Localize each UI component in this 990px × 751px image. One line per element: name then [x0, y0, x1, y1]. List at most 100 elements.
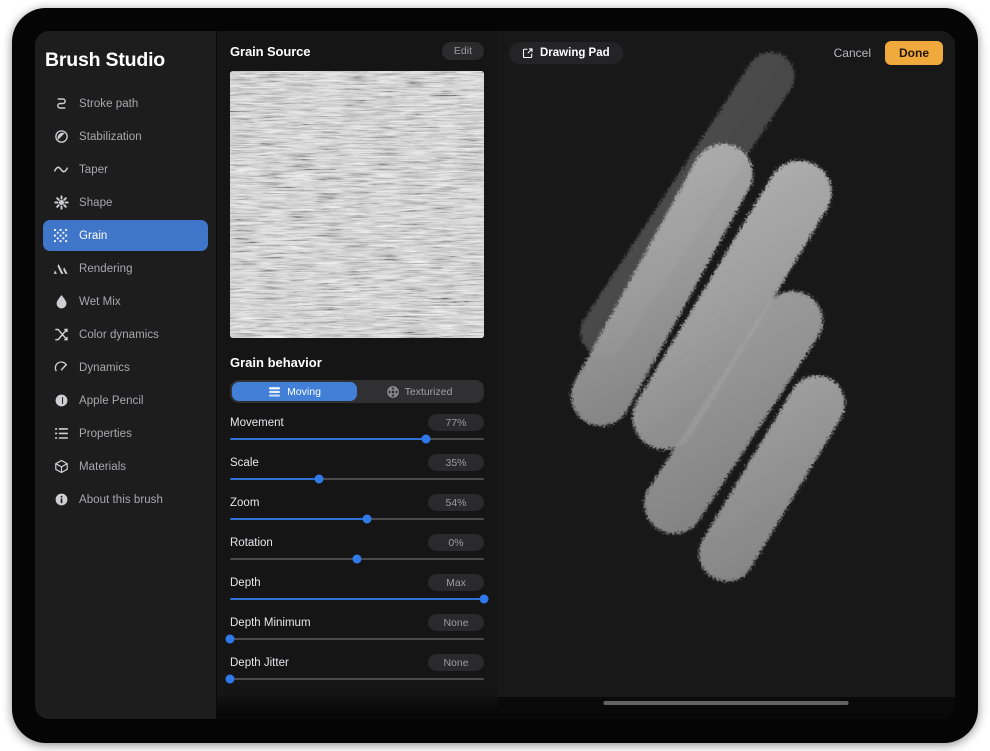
slider-row-depth: Depth Max [230, 574, 489, 604]
settings-panel: Grain Source Edit Grain behavior Moving … [216, 31, 497, 719]
slider-value-rotation: 0% [428, 534, 484, 551]
slider-track-movement[interactable] [230, 434, 484, 444]
slider-row-scale: Scale 35% [230, 454, 484, 484]
moving-icon [268, 386, 281, 398]
drawing-canvas-area[interactable]: Drawing Pad Cancel Done [497, 31, 955, 719]
grain-mode-texturized[interactable]: Texturized [357, 382, 482, 401]
grain-source-title: Grain Source [230, 43, 311, 59]
sidebar-item-dynamics[interactable]: Dynamics [43, 352, 208, 383]
cancel-button[interactable]: Cancel [834, 46, 871, 60]
wet-mix-icon [52, 293, 70, 311]
apple-pencil-icon [52, 392, 70, 410]
slider-value-movement: 77% [428, 414, 484, 431]
sidebar-item-label: About this brush [79, 493, 163, 506]
slider-value-depth-jitter: None [428, 654, 484, 671]
sidebar-item-rendering[interactable]: Rendering [43, 253, 208, 284]
shape-icon [52, 194, 70, 212]
slider-value-depth: Max [428, 574, 484, 591]
slider-value-zoom: 54% [428, 494, 484, 511]
slider-track-zoom[interactable] [230, 514, 484, 524]
slider-header: Movement 77% [230, 414, 484, 431]
slider-value-depth-minimum: None [428, 614, 484, 631]
slider-header: Depth Jitter None [230, 654, 484, 671]
slider-header: Rotation 0% [230, 534, 484, 551]
sidebar-item-about-this-brush[interactable]: About this brush [43, 484, 208, 515]
sidebar-item-label: Dynamics [79, 361, 130, 374]
grain-texture-image [230, 71, 484, 338]
toolbar-actions: Cancel Done [834, 41, 943, 65]
slider-track-depth-minimum[interactable] [225, 634, 484, 644]
slider-header: Scale 35% [230, 454, 484, 471]
slider-thumb-movement[interactable] [421, 434, 431, 444]
brush-stroke-preview [497, 31, 955, 719]
sidebar-item-stabilization[interactable]: Stabilization [43, 121, 208, 152]
sidebar-item-label: Grain [79, 229, 108, 242]
slider-thumb-depth[interactable] [479, 594, 489, 604]
sidebar-item-label: Shape [79, 196, 113, 209]
sidebar-item-label: Rendering [79, 262, 133, 275]
sidebar-item-properties[interactable]: Properties [43, 418, 208, 449]
slider-fill [230, 478, 319, 480]
slider-row-depth-jitter: Depth Jitter None [225, 654, 484, 684]
texturized-icon [386, 385, 399, 398]
screen: Brush Studio Stroke path Stabilization Tap… [35, 31, 955, 719]
slider-thumb-scale[interactable] [314, 474, 324, 484]
done-button[interactable]: Done [885, 41, 943, 65]
dynamics-icon [52, 359, 70, 377]
edit-grain-button[interactable]: Edit [441, 42, 484, 60]
sidebar-item-shape[interactable]: Shape [43, 187, 208, 218]
slider-header: Zoom 54% [230, 494, 484, 511]
grain-mode-moving[interactable]: Moving [232, 382, 357, 401]
sidebar-item-label: Wet Mix [79, 295, 121, 308]
grain-mode-label: Texturized [404, 385, 453, 398]
slider-thumb-rotation[interactable] [352, 554, 362, 564]
home-indicator[interactable] [603, 701, 849, 705]
slider-thumb-depth-minimum[interactable] [225, 634, 235, 644]
slider-track-scale[interactable] [230, 474, 484, 484]
taper-icon [52, 161, 70, 179]
rendering-icon [52, 260, 70, 278]
slider-track-depth-jitter[interactable] [225, 674, 484, 684]
sidebar-item-label: Materials [79, 460, 127, 473]
grain-source-preview[interactable] [230, 71, 484, 338]
page-title: Brush Studio [45, 49, 166, 71]
sidebar-item-materials[interactable]: Materials [43, 451, 208, 482]
sidebar-item-stroke-path[interactable]: Stroke path [43, 88, 208, 119]
sidebar-item-label: Stroke path [79, 97, 139, 110]
slider-track-depth[interactable] [230, 594, 489, 604]
sidebar-item-label: Apple Pencil [79, 394, 144, 407]
sidebar-item-label: Properties [79, 427, 132, 440]
drawing-pad-button[interactable]: Drawing Pad [509, 42, 623, 64]
slider-label-scale: Scale [230, 456, 259, 469]
sidebar-item-taper[interactable]: Taper [43, 154, 208, 185]
home-indicator-row [497, 697, 955, 719]
stroke-path-icon [52, 95, 70, 113]
slider-label-zoom: Zoom [230, 496, 260, 509]
slider-fill [230, 518, 368, 520]
sidebar-item-wet-mix[interactable]: Wet Mix [43, 286, 208, 317]
slider-label-rotation: Rotation [230, 536, 273, 549]
materials-icon [52, 458, 70, 476]
slider-track-rotation[interactable] [230, 554, 484, 564]
color-dynamics-icon [52, 326, 70, 344]
sidebar-item-grain[interactable]: Grain [43, 220, 208, 251]
slider-row-movement: Movement 77% [230, 414, 484, 444]
slider-header: Depth Minimum None [230, 614, 484, 631]
slider-row-zoom: Zoom 54% [230, 494, 484, 524]
properties-icon [52, 425, 70, 443]
sidebar-item-color-dynamics[interactable]: Color dynamics [43, 319, 208, 350]
slider-thumb-zoom[interactable] [362, 514, 372, 524]
canvas-toolbar: Drawing Pad Cancel Done [497, 31, 955, 75]
slider-fill [230, 598, 484, 600]
sidebar-item-apple-pencil[interactable]: Apple Pencil [43, 385, 208, 416]
drawing-pad-label: Drawing Pad [540, 47, 610, 59]
grain-behavior-mode-switch: Moving Texturized [230, 380, 484, 403]
slider-row-rotation: Rotation 0% [230, 534, 484, 564]
grain-behavior-title: Grain behavior [230, 355, 322, 370]
settings-scroll-region[interactable]: Grain Source Edit Grain behavior Moving … [217, 31, 497, 719]
slider-thumb-depth-jitter[interactable] [225, 674, 235, 684]
stabilization-icon [52, 128, 70, 146]
slider-row-depth-minimum: Depth Minimum None [225, 614, 484, 644]
sidebar: Brush Studio Stroke path Stabilization Tap… [35, 31, 216, 719]
slider-fill [230, 438, 426, 440]
